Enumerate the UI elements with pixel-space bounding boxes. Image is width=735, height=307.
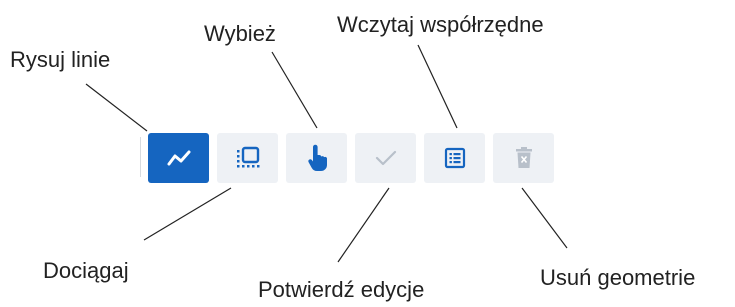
snap-square-icon: [235, 145, 261, 171]
callout-line-load-coords: [417, 44, 458, 129]
trash-icon: [515, 147, 533, 169]
load-coordinates-button[interactable]: [424, 133, 485, 183]
toolbar-separator: [140, 137, 141, 177]
delete-geometry-button[interactable]: [493, 133, 554, 183]
list-icon: [443, 146, 467, 170]
checkmark-icon: [374, 149, 398, 167]
callout-line-select: [271, 51, 318, 129]
confirm-edits-button[interactable]: [355, 133, 416, 183]
callout-delete: Usuń geometrie: [540, 265, 696, 290]
callout-load-coords: Wczytaj współrzędne: [337, 12, 544, 37]
callout-line-snap: [143, 187, 232, 241]
callout-line-delete: [521, 187, 568, 249]
edit-toolbar: [148, 133, 554, 183]
callout-confirm: Potwierdź edycje: [258, 277, 425, 302]
select-button[interactable]: [286, 133, 347, 183]
callout-draw-line: Rysuj linie: [10, 47, 111, 72]
polyline-icon: [167, 149, 191, 167]
draw-line-button[interactable]: [148, 133, 209, 183]
callout-snap: Dociągaj: [43, 258, 129, 283]
callout-select: Wybież: [204, 21, 276, 46]
snap-button[interactable]: [217, 133, 278, 183]
callout-line-confirm: [337, 187, 390, 263]
pointer-hand-icon: [306, 144, 328, 172]
callout-line-draw-line: [85, 83, 148, 132]
